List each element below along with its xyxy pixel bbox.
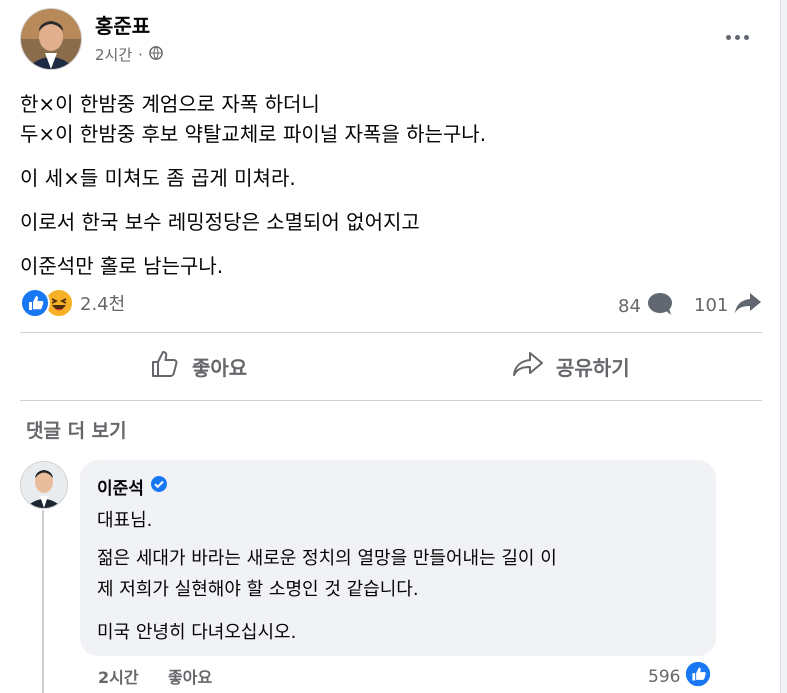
post-meta: 2시간 · xyxy=(95,44,163,65)
post-author-name[interactable]: 홍준표 xyxy=(95,10,150,39)
post-text-line: 이로서 한국 보수 레밍정당은 소멸되어 없어지고 xyxy=(20,210,420,234)
reaction-summary[interactable]: 2.4천 xyxy=(20,288,125,318)
post-card: 홍준표 2시간 · 한×이 한밤중 계엄으로 자폭 하더니 두×이 한밤중 후보… xyxy=(0,0,781,693)
like-button[interactable]: 좋아요 xyxy=(150,346,247,386)
share-count-link[interactable]: 101 xyxy=(694,292,762,319)
post-text-line: 이 세×들 미쳐도 좀 곱게 미쳐라. xyxy=(20,166,296,190)
like-reaction-icon xyxy=(20,288,50,318)
divider xyxy=(20,332,762,333)
thumbs-up-icon xyxy=(150,349,180,384)
comment-text-line: 미국 안녕히 다녀오십시오. xyxy=(97,622,297,643)
comment-author[interactable]: 이준석 xyxy=(97,474,168,499)
commenter-avatar[interactable] xyxy=(20,461,68,509)
share-icon xyxy=(512,350,544,383)
globe-icon xyxy=(149,45,163,64)
comment-text-line: 젊은 세대가 바라는 새로운 정치의 열망을 만들어내는 길이 이 xyxy=(97,548,557,569)
share-button[interactable]: 공유하기 xyxy=(512,346,630,386)
comment-author-name: 이준석 xyxy=(97,479,144,499)
post-text-line: 두×이 한밤중 후보 약탈교체로 파이널 자폭을 하는구나. xyxy=(20,122,487,146)
author-avatar[interactable] xyxy=(20,8,82,70)
reply-thread-line xyxy=(42,510,44,693)
view-more-comments-link[interactable]: 댓글 더 보기 xyxy=(26,416,127,443)
comment-icon xyxy=(647,292,673,321)
comment-text-line: 대표님. xyxy=(97,510,153,531)
post-time[interactable]: 2시간 xyxy=(95,44,132,65)
like-button-label: 좋아요 xyxy=(192,355,248,380)
like-reaction-icon xyxy=(684,660,713,693)
post-text-line: 한×이 한밤중 계엄으로 자폭 하더니 xyxy=(20,92,320,116)
comment-time[interactable]: 2시간 xyxy=(98,664,139,688)
more-icon xyxy=(725,34,731,40)
comment-text-line: 제 저희가 실현해야 할 소명인 것 같습니다. xyxy=(97,579,419,600)
reaction-count: 2.4천 xyxy=(80,294,126,315)
comment-reaction-summary[interactable]: 596 xyxy=(648,660,713,693)
verified-badge-icon xyxy=(150,475,168,498)
divider xyxy=(20,400,762,401)
more-options-button[interactable] xyxy=(720,24,754,50)
post-text-line: 이준석만 홀로 남는구나. xyxy=(20,254,224,278)
share-arrow-icon xyxy=(734,292,762,319)
comment-count-link[interactable]: 84 xyxy=(618,292,673,321)
share-button-label: 공유하기 xyxy=(556,355,630,380)
comment-reaction-count: 596 xyxy=(648,666,681,687)
comment-like-button[interactable]: 좋아요 xyxy=(168,664,212,688)
